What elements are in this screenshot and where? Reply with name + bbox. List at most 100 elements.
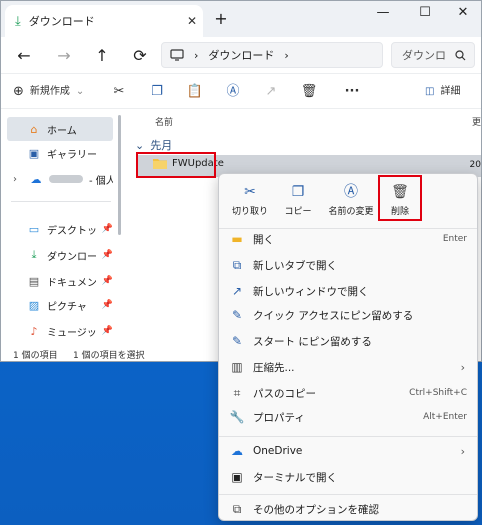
address-bar[interactable]: › ダウンロード › xyxy=(161,42,383,68)
menu-item-open-terminal[interactable]: ▣ ターミナルで開く xyxy=(219,464,477,490)
download-icon: ⤓ xyxy=(31,248,37,261)
group-header-last-month[interactable]: ⌄ 先月 xyxy=(135,137,172,153)
sidebar-item-desktop[interactable]: ▭ デスクトップ 📌 xyxy=(7,217,113,241)
rename-icon: Ⓐ xyxy=(226,84,240,99)
context-rename-button[interactable]: Ⓐ 名前の変更 xyxy=(323,182,379,222)
new-button-label: 新規作成 xyxy=(29,86,70,97)
breadcrumb-chevron[interactable]: › xyxy=(284,49,288,62)
terminal-icon: ▣ xyxy=(231,470,243,484)
minimize-button[interactable]: — xyxy=(363,5,403,25)
menu-item-open-new-tab[interactable]: ⧉ 新しいタブで開く xyxy=(219,252,477,278)
sidebar-item-pictures[interactable]: ▨ ピクチャ 📌 xyxy=(7,293,113,317)
tab-downloads[interactable]: ⤓ ダウンロード ✕ xyxy=(5,5,203,37)
sidebar-item-downloads[interactable]: ⤓ ダウンロード 📌 xyxy=(7,243,113,267)
context-rename-label: 名前の変更 xyxy=(328,207,374,217)
share-button[interactable]: ↗ xyxy=(261,82,281,102)
details-pane-icon: ◫ xyxy=(425,86,435,97)
menu-divider xyxy=(219,494,477,495)
clipboard-icon: 📋 xyxy=(186,84,204,99)
paste-button[interactable]: 📋 xyxy=(185,82,205,102)
trash-icon: 🗑 xyxy=(300,84,318,99)
sidebar-item-label: ホーム xyxy=(47,125,77,137)
maximize-button[interactable]: ☐ xyxy=(405,5,445,25)
sidebar-item-onedrive-personal[interactable]: › ☁ - 個人用 xyxy=(7,167,113,191)
search-input[interactable]: ダウンロ xyxy=(391,42,475,68)
sidebar-item-label: ピクチャ xyxy=(47,301,87,313)
menu-item-shortcut: Ctrl+Shift+C xyxy=(409,388,467,398)
tab-close-button[interactable]: ✕ xyxy=(181,14,203,28)
menu-item-shortcut: Alt+Enter xyxy=(423,412,467,422)
menu-item-label: クイック アクセスにピン留めする xyxy=(253,309,414,322)
tab-title: ダウンロード xyxy=(28,15,95,28)
sidebar-item-label: ダウンロード xyxy=(47,251,96,263)
item-count: 1 個の項目 xyxy=(13,351,58,361)
sidebar-scrollbar[interactable] xyxy=(117,109,122,345)
menu-item-open-new-window[interactable]: ↗ 新しいウィンドウで開く xyxy=(219,278,477,304)
folder-open-icon: ▬ xyxy=(231,232,243,246)
new-tab-button[interactable]: + xyxy=(211,9,231,29)
chevron-right-icon: › xyxy=(460,444,465,458)
menu-item-label: プロパティ xyxy=(253,411,305,424)
sidebar-item-label: ギャラリー xyxy=(47,149,97,161)
delete-button[interactable]: 🗑 xyxy=(299,82,319,102)
pin-icon: 📌 xyxy=(101,250,113,260)
pictures-icon: ▨ xyxy=(28,298,40,312)
sidebar-item-gallery[interactable]: ▣ ギャラリー xyxy=(7,141,113,165)
search-placeholder: ダウンロ xyxy=(402,49,446,62)
up-button[interactable]: ↑ xyxy=(91,45,113,67)
gallery-icon: ▣ xyxy=(28,146,40,160)
menu-item-pin-quick-access[interactable]: ✎ クイック アクセスにピン留めする xyxy=(219,302,477,328)
menu-item-label: その他のオプションを確認 xyxy=(253,503,379,516)
sidebar-item-label: ミュージック xyxy=(47,327,96,339)
chevron-down-icon: ⌄ xyxy=(75,86,85,97)
menu-item-label: 開く xyxy=(253,233,274,246)
copy-button[interactable]: ❐ xyxy=(147,82,167,102)
cut-button[interactable]: ✂ xyxy=(109,82,129,102)
chevron-right-icon: › xyxy=(460,360,465,374)
menu-item-label: ターミナルで開く xyxy=(253,471,337,484)
context-cut-button[interactable]: ✂ 切り取り xyxy=(223,182,277,222)
context-copy-button[interactable]: ❐ コピー xyxy=(271,182,325,222)
details-label: 詳細 xyxy=(440,86,461,97)
new-button[interactable]: ⊕ 新規作成 ⌄ xyxy=(13,82,84,102)
context-cut-label: 切り取り xyxy=(231,207,268,217)
title-bar: ⤓ ダウンロード ✕ + — ☐ ✕ xyxy=(1,1,481,37)
refresh-button[interactable]: ⟳ xyxy=(129,45,151,67)
sidebar-item-documents[interactable]: ▤ ドキュメント 📌 xyxy=(7,269,113,293)
cloud-icon: ☁ xyxy=(30,172,42,186)
search-icon xyxy=(455,49,466,60)
monitor-icon xyxy=(170,49,184,61)
menu-item-properties[interactable]: 🔧 プロパティ Alt+Enter xyxy=(219,404,477,430)
delete-highlight-box xyxy=(378,175,422,221)
expand-chevron-icon: › xyxy=(13,173,17,185)
breadcrumb-separator: › xyxy=(194,48,199,62)
menu-divider xyxy=(219,436,477,437)
desktop-icon: ▭ xyxy=(28,222,40,236)
menu-item-open[interactable]: ▬ 開く Enter xyxy=(219,226,477,252)
copy-path-icon: ⌗ xyxy=(233,385,241,400)
pin-icon: ✎ xyxy=(231,308,243,322)
column-header-name[interactable]: 名前 xyxy=(155,115,173,128)
sidebar-item-music[interactable]: ♪ ミュージック 📌 xyxy=(7,319,113,343)
sidebar-item-home[interactable]: ⌂ ホーム xyxy=(7,117,113,141)
menu-item-copy-path[interactable]: ⌗ パスのコピー Ctrl+Shift+C xyxy=(219,380,477,406)
menu-item-onedrive[interactable]: ☁ OneDrive › xyxy=(219,438,477,464)
close-button[interactable]: ✕ xyxy=(443,5,481,25)
navigation-pane: ⌂ ホーム ▣ ギャラリー › ☁ - 個人用 ▭ デスクトップ 📌 ⤓ ダウン… xyxy=(1,109,125,345)
details-button[interactable]: ◫ 詳細 xyxy=(425,82,460,102)
menu-item-compress[interactable]: ▥ 圧縮先... › xyxy=(219,354,477,380)
scrollbar-thumb[interactable] xyxy=(118,115,121,235)
more-options-button[interactable]: ··· xyxy=(341,82,363,102)
column-header-date[interactable]: 更 xyxy=(472,115,481,128)
forward-button[interactable]: → xyxy=(53,45,75,67)
menu-item-pin-start[interactable]: ✎ スタート にピン留めする xyxy=(219,328,477,354)
back-button[interactable]: ← xyxy=(13,45,35,67)
rename-button[interactable]: Ⓐ xyxy=(223,82,243,102)
open-external-icon: ↗ xyxy=(231,284,243,298)
copy-icon: ❐ xyxy=(151,84,163,99)
document-icon: ▤ xyxy=(28,274,40,288)
more-options-icon: ⧉ xyxy=(232,501,242,516)
download-icon: ⤓ xyxy=(15,13,21,29)
breadcrumb-downloads[interactable]: ダウンロード xyxy=(208,47,274,63)
menu-item-more-options[interactable]: ⧉ その他のオプションを確認 xyxy=(219,496,477,522)
